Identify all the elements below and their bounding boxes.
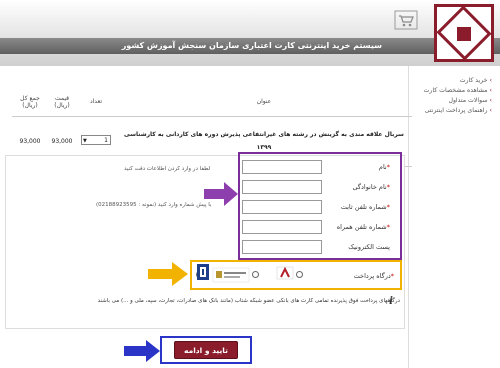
col-header-price: قیمت (ریال) bbox=[48, 88, 76, 117]
personal-info-highlight: *نام *نام خانوادگی *شماره تلفن ثابت *شما… bbox=[238, 152, 402, 260]
bullet-arrow-icon: › bbox=[489, 97, 492, 104]
sidebar-item-faq[interactable]: ›سوالات متداول bbox=[409, 96, 492, 106]
mobile-field[interactable] bbox=[242, 220, 322, 234]
landline-field[interactable] bbox=[242, 200, 322, 214]
first-name-field[interactable] bbox=[242, 160, 322, 174]
col-header-qty: تعداد bbox=[76, 88, 116, 117]
field-row-last-name: *نام خانوادگی bbox=[236, 180, 396, 194]
site-header: سیستم خرید اینترنتی کارت اعتباری سازمان … bbox=[0, 0, 500, 66]
sidebar-item-label: راهنمای پرداخت اینترنتی bbox=[424, 107, 488, 114]
first-name-label: *نام bbox=[379, 163, 390, 171]
cart-icon bbox=[394, 10, 418, 30]
sidebar: ›خرید کارت ›مشاهده مشخصات کارت ›سوالات م… bbox=[408, 66, 500, 368]
required-mark: * bbox=[386, 223, 390, 231]
col-header-total: جمع کل (ریال) bbox=[12, 88, 48, 117]
email-label: پست الکترونیک bbox=[348, 243, 390, 251]
gateway-radio-melli[interactable] bbox=[296, 271, 303, 278]
field-row-mobile: *شماره تلفن همراه bbox=[236, 220, 396, 234]
name-hint: لطفا در وارد کردن اطلاعات دقت کنید bbox=[124, 166, 211, 172]
required-mark: * bbox=[386, 163, 390, 171]
table-header-row: جمع کل (ریال) قیمت (ریال) تعداد عنوان bbox=[12, 88, 412, 117]
sidebar-item-payment-help[interactable]: ›راهنمای پرداخت اینترنتی bbox=[409, 106, 492, 116]
col-header-title: عنوان bbox=[116, 88, 412, 117]
arrow-icon bbox=[124, 340, 160, 362]
gateway-label: *درگاه پرداخت bbox=[354, 272, 394, 280]
bullet-arrow-icon: › bbox=[489, 87, 492, 94]
field-row-email: پست الکترونیک bbox=[236, 240, 396, 254]
landline-label: *شماره تلفن ثابت bbox=[341, 203, 390, 211]
gateway-radio-pasargad[interactable] bbox=[252, 271, 259, 278]
chevron-down-icon: ▼ bbox=[83, 138, 87, 144]
first-name-label-text: نام bbox=[378, 163, 387, 171]
last-name-field[interactable] bbox=[242, 180, 322, 194]
quantity-value: 1 bbox=[104, 137, 108, 144]
bank-melli-logo bbox=[276, 266, 294, 280]
sidebar-item-label: سوالات متداول bbox=[448, 97, 488, 104]
mobile-label-text: شماره تلفن همراه bbox=[336, 223, 387, 231]
payment-gateway-highlight: *درگاه پرداخت bbox=[190, 260, 402, 290]
last-name-label: *نام خانوادگی bbox=[352, 183, 390, 191]
sidebar-item-buy-card[interactable]: ›خرید کارت bbox=[409, 76, 492, 86]
last-name-label-text: نام خانوادگی bbox=[352, 183, 387, 191]
arrow-icon bbox=[204, 182, 238, 206]
mobile-label: *شماره تلفن همراه bbox=[337, 223, 390, 231]
quantity-select[interactable]: ▼ 1 bbox=[81, 135, 111, 145]
sidebar-item-label: مشاهده مشخصات کارت bbox=[423, 87, 488, 94]
required-mark: * bbox=[390, 272, 394, 280]
required-mark: * bbox=[386, 183, 390, 191]
sidebar-item-label: خرید کارت bbox=[459, 77, 488, 84]
header-title: سیستم خرید اینترنتی کارت اعتباری سازمان … bbox=[121, 41, 382, 50]
email-field[interactable] bbox=[242, 240, 322, 254]
field-row-landline: *شماره تلفن ثابت bbox=[236, 200, 396, 214]
required-mark: * bbox=[386, 203, 390, 211]
bank-pasargad-logo bbox=[212, 267, 250, 283]
bullet-arrow-icon: › bbox=[489, 107, 492, 114]
logo-core bbox=[457, 27, 471, 41]
bullet-arrow-icon: › bbox=[489, 77, 492, 84]
landline-label-text: شماره تلفن ثابت bbox=[340, 203, 387, 211]
gateway-notice: درگاههای پرداخت فوق پذیرنده تمامی کارت ه… bbox=[97, 298, 400, 304]
sidebar-item-view-card[interactable]: ›مشاهده مشخصات کارت bbox=[409, 86, 492, 96]
field-row-first-name: *نام bbox=[236, 160, 396, 174]
arrow-icon bbox=[148, 262, 188, 286]
bank-saman-logo bbox=[197, 264, 209, 280]
gateway-label-text: درگاه پرداخت bbox=[353, 272, 391, 280]
confirm-continue-button[interactable]: تایید و ادامه bbox=[174, 341, 238, 359]
phone-hint: با پیش شماره وارد کنید (نمونه : 02188923… bbox=[96, 202, 212, 208]
logo-emblem bbox=[434, 4, 494, 62]
